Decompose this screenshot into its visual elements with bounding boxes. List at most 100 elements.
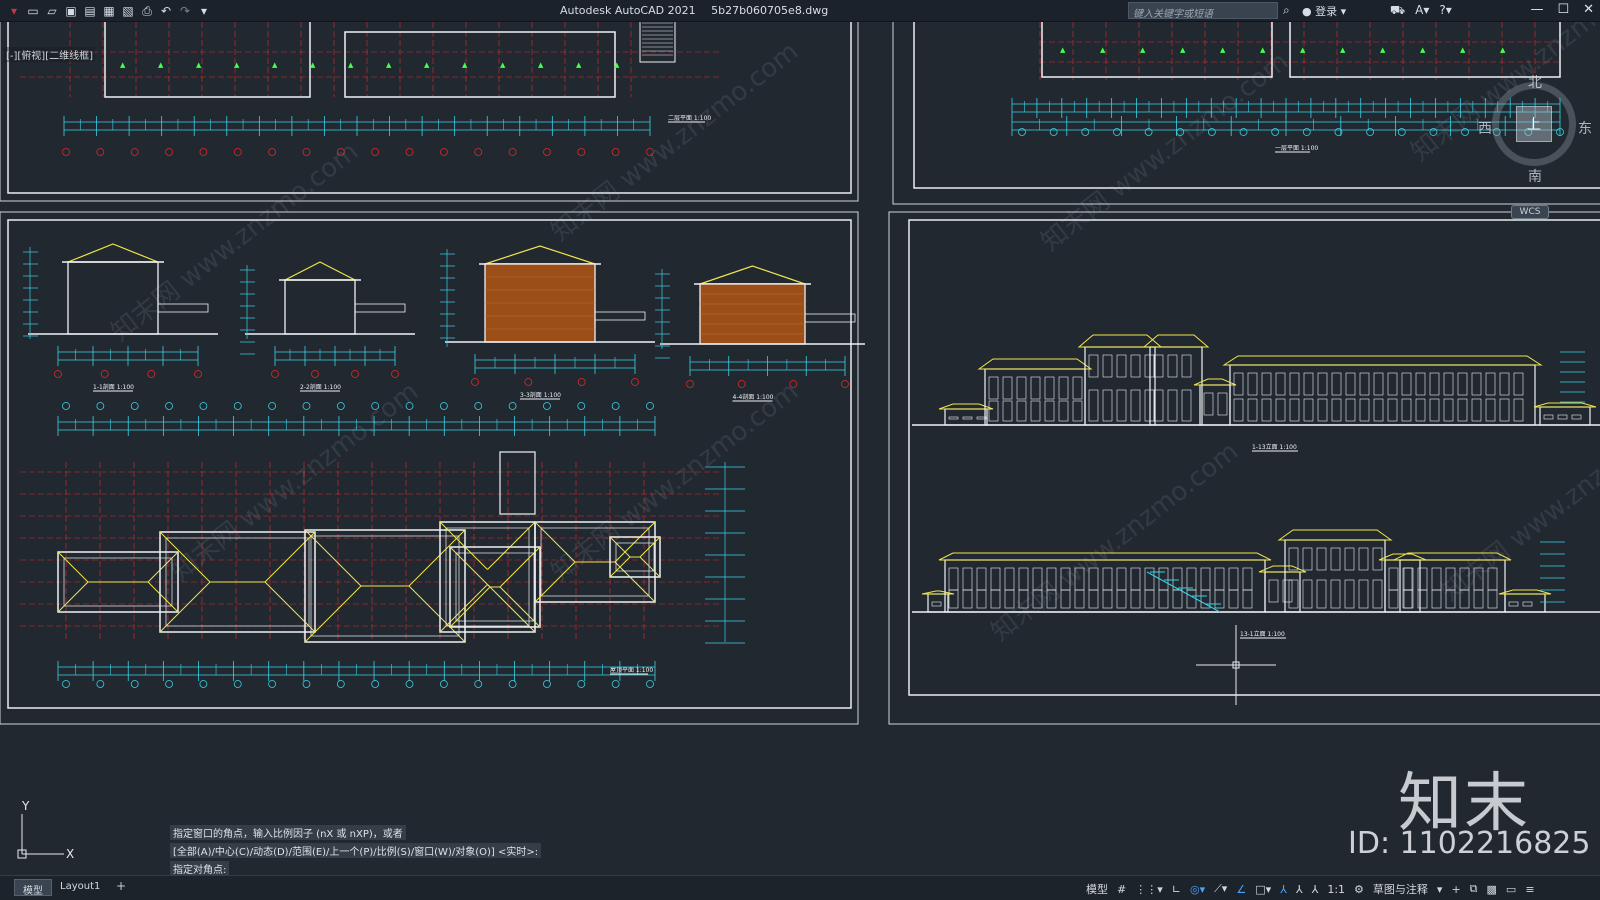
roof-hip (487, 584, 536, 633)
axis-bubble (1081, 128, 1090, 136)
elevation-window (1282, 579, 1293, 603)
tab-model[interactable]: 模型 (14, 879, 52, 897)
room-tag: ▲ (272, 61, 278, 69)
snap-icon[interactable]: ⋮⋮▾ (1135, 883, 1163, 896)
viewcube[interactable]: 北 南 西 东 上 (1478, 72, 1592, 185)
ortho-icon[interactable]: ∟ (1172, 883, 1181, 896)
save-icon[interactable]: ▣ (63, 3, 79, 19)
elevation-window (1302, 579, 1313, 609)
annotation-visibility-icon[interactable]: ⅄ (1280, 883, 1287, 896)
new-icon[interactable]: ▭ (25, 3, 41, 19)
elevation-window (1417, 567, 1428, 591)
axis-bubble (336, 402, 345, 410)
room-tag: ▲ (234, 61, 240, 69)
auto-scale-icon[interactable]: ⅄ (1296, 883, 1303, 896)
cart-icon[interactable]: ⛟ (1390, 3, 1405, 19)
help-icon[interactable]: ?▾ (1439, 3, 1451, 19)
axis-bubble (268, 402, 277, 410)
print-icon[interactable]: ⎙ (139, 3, 155, 19)
publish-icon[interactable]: ▦ (101, 3, 117, 19)
search-icon[interactable]: ⌕ (1283, 3, 1297, 17)
plot-icon[interactable]: ▧ (120, 3, 136, 19)
elevation-window (948, 416, 959, 420)
status-bar: 模型 Layout1 + 模型 # ⋮⋮▾ ∟ ◎▾ ⟋▾ ∠ □▾ ⅄ ⅄ ⅄… (0, 875, 1600, 900)
add-layout-icon[interactable]: + (108, 877, 134, 894)
watermark-diagonal: 知末网 www.znzmo.com (166, 377, 424, 588)
polar-tracking-icon[interactable]: ◎▾ (1190, 883, 1205, 896)
elevation-window (1102, 589, 1113, 609)
axis-bubble (351, 370, 359, 378)
ucs-x-label: X (66, 847, 74, 861)
plus-icon[interactable]: + (1451, 883, 1460, 896)
close-icon[interactable]: ✕ (1583, 2, 1594, 17)
chevron-down-icon: ▾ (1340, 5, 1347, 18)
workspace-switch[interactable]: 草图与注释 (1373, 881, 1428, 897)
elevation-block (1504, 593, 1546, 613)
viewcube-north[interactable]: 北 (1528, 72, 1542, 92)
section-roof (67, 243, 159, 263)
elevation-window (1167, 389, 1178, 422)
annotation-scale-icon[interactable]: ⅄ (1312, 883, 1319, 896)
railing (594, 311, 646, 321)
grid-icon[interactable]: # (1117, 883, 1126, 896)
command-history-line: 指定对角点: (170, 861, 230, 875)
elevation-window (1415, 398, 1426, 422)
wcs-menu[interactable]: WCS (1511, 205, 1549, 219)
saveas-icon[interactable]: ▤ (82, 3, 98, 19)
customization-menu-icon[interactable]: ≡ (1525, 883, 1534, 896)
axis-bubble (268, 680, 277, 688)
room-tag: ▲ (1500, 46, 1506, 54)
minimize-icon[interactable]: — (1530, 2, 1543, 17)
elevation-window (976, 567, 987, 591)
viewcube-top-face[interactable]: 上 (1516, 106, 1552, 142)
autodesk-a360-icon[interactable]: A▾ (1415, 3, 1429, 19)
isodraft-icon[interactable]: ⟋▾ (1214, 882, 1227, 896)
elevation-window (1402, 589, 1413, 609)
axis-bubble (611, 680, 620, 688)
gear-icon[interactable]: ⚙ (1354, 883, 1364, 896)
title-bar: ▾ ▭ ▱ ▣ ▤ ▦ ▧ ⎙ ↶ ↷ ▾ Autodesk AutoCAD 2… (0, 0, 1600, 22)
section-body (284, 279, 356, 335)
watermark-diagonal: 知末网 www.znzmo.com (546, 377, 804, 588)
maximize-icon[interactable]: ☐ (1557, 2, 1569, 17)
tab-layout1[interactable]: Layout1 (52, 879, 108, 896)
open-icon[interactable]: ▱ (44, 3, 60, 19)
redo-icon[interactable]: ↷ (177, 3, 193, 19)
command-history-line: [全部(A)/中心(C)/动态(D)/范围(E)/上一个(P)/比例(S)/窗口… (170, 843, 542, 858)
roof-hip (304, 585, 362, 643)
elevation-block (984, 368, 1086, 426)
axis-bubble (405, 680, 414, 688)
isolate-objects-icon[interactable]: ⧉ (1470, 882, 1478, 896)
elevation-window (1571, 414, 1582, 420)
ucs-y-label: Y (21, 800, 30, 813)
app-menu-icon[interactable]: ▾ (6, 3, 22, 19)
elevation-window (1247, 372, 1258, 396)
elevation-window (1401, 372, 1412, 396)
annotation-scale-value[interactable]: 1:1 (1327, 883, 1345, 896)
elevation-window (1030, 376, 1041, 400)
axis-bubble (737, 380, 746, 388)
section-roof (699, 265, 806, 285)
viewport-controls-label[interactable]: [-][俯视][二维线框] (4, 47, 96, 62)
elevation-block (1149, 346, 1203, 426)
elevation-window (1331, 372, 1342, 396)
viewcube-south[interactable]: 南 (1528, 166, 1542, 186)
clean-screen-icon[interactable]: ▭ (1506, 883, 1516, 896)
drawing-canvas[interactable]: [-][俯视][二维线框] ▲ ▲ ▲ ▲ ▲ ▲ ▲ ▲ ▲ ▲ ▲ ▲ ▲ ▲ 二层平面 1:100 ▲ ▲… (0, 22, 1600, 875)
chevron-down-icon[interactable]: ▾ (1437, 883, 1443, 896)
viewcube-east[interactable]: 东 (1578, 118, 1592, 138)
elevation-window (1172, 589, 1183, 609)
viewcube-west[interactable]: 西 (1478, 118, 1492, 138)
search-input[interactable]: 键入关键字或短语 (1128, 2, 1278, 19)
elevation-window (988, 400, 999, 422)
model-space-toggle[interactable]: 模型 (1086, 881, 1108, 897)
hardware-acceleration-icon[interactable]: ▩ (1487, 883, 1497, 896)
object-snap-tracking-icon[interactable]: ∠ (1236, 883, 1246, 896)
elevation-window (1074, 589, 1085, 609)
elevation-window (1557, 414, 1568, 420)
undo-icon[interactable]: ↶ (158, 3, 174, 19)
elevation-window (1373, 398, 1384, 422)
login-button[interactable]: ● 登录 ▾ (1302, 3, 1346, 19)
object-snap-icon[interactable]: □▾ (1255, 883, 1271, 896)
customize-icon[interactable]: ▾ (196, 3, 212, 19)
